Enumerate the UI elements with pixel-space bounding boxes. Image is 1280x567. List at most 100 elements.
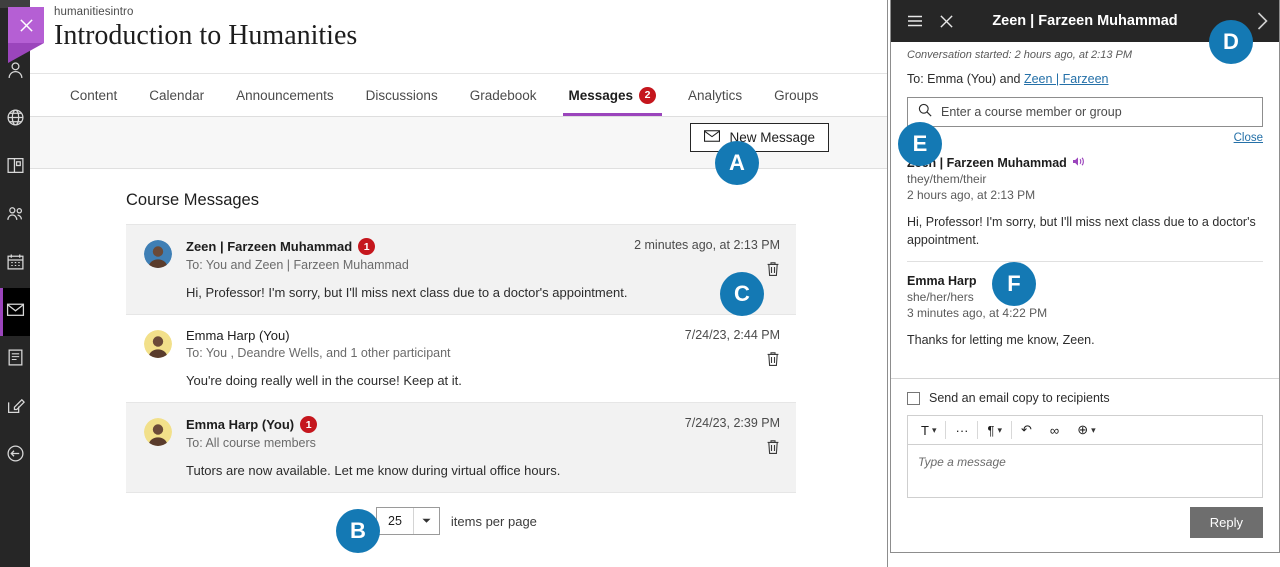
- tab-analytics[interactable]: Analytics: [672, 74, 758, 116]
- message-input[interactable]: Type a message: [908, 445, 1262, 497]
- person-icon: [6, 60, 25, 84]
- chevron-down-icon: ▾: [931, 424, 937, 435]
- message-recipients: To: You and Zeen | Farzeen Muhammad: [186, 258, 409, 272]
- tab-label: Messages: [568, 87, 634, 103]
- callout-badge-c: C: [720, 272, 764, 316]
- tab-label: Content: [70, 87, 118, 103]
- editor-toolbar: T ▾ ··· ¶ ▾ ↶ ∞ ⊕ ▾: [908, 416, 1262, 445]
- message-sender-row: Emma Harp (You): [186, 328, 630, 343]
- tab-announcements[interactable]: Announcements: [220, 74, 350, 116]
- callout-badge-f: F: [992, 262, 1036, 306]
- message-list-item[interactable]: Zeen | Farzeen Muhammad 1 To: You and Zeen…: [126, 225, 796, 315]
- tab-label: Calendar: [149, 87, 205, 103]
- left-nav-rail: [0, 0, 44, 567]
- tab-discussions[interactable]: Discussions: [350, 74, 454, 116]
- more-options-icon[interactable]: ···: [945, 421, 977, 439]
- thread-message: Emma Harp she/her/hers 3 minutes ago, at 4…: [907, 261, 1263, 361]
- chevron-down-icon: [412, 508, 439, 534]
- conversation-to-line: To: Emma (You) and Zeen | Farzeen: [907, 72, 1263, 86]
- tab-groups[interactable]: Groups: [758, 74, 834, 116]
- people-icon: [6, 204, 25, 228]
- conversation-panel: Zeen | Farzeen Muhammad Conversation sta…: [890, 0, 1280, 553]
- breadcrumb: humanitiesintro: [54, 6, 134, 18]
- thread-sender-row: Emma Harp: [907, 274, 1263, 288]
- reply-actions: Reply: [907, 507, 1263, 538]
- thread-sender-row: Zeen | Farzeen Muhammad: [907, 156, 1263, 170]
- hamburger-icon[interactable]: [899, 15, 931, 27]
- email-copy-label: Send an email copy to recipients: [929, 391, 1110, 405]
- rail-item-institution-page[interactable]: [0, 96, 30, 144]
- add-content-icon[interactable]: ⊕ ▾: [1068, 421, 1104, 439]
- search-icon: [918, 103, 932, 122]
- course-tabbar: Content Calendar Announcements Discussions G…: [30, 74, 887, 117]
- unread-badge: 1: [300, 416, 318, 433]
- email-copy-checkbox[interactable]: [907, 391, 920, 405]
- reply-composer: Send an email copy to recipients T ▾ ··· ¶ ▾…: [891, 378, 1279, 552]
- rail-item-calendar[interactable]: [0, 240, 30, 288]
- message-list: Zeen | Farzeen Muhammad 1 To: You and Zeen…: [126, 224, 796, 493]
- tab-calendar[interactable]: Calendar: [133, 74, 220, 116]
- globe-icon: [6, 108, 25, 132]
- close-recipients-link[interactable]: Close: [907, 132, 1263, 144]
- recipient-search-field[interactable]: Enter a course member or group: [907, 97, 1263, 127]
- thread-timestamp: 2 hours ago, at 2:13 PM: [907, 188, 1036, 202]
- sign-out-icon: [6, 444, 25, 468]
- app-root: humanitiesintro Introduction to Humaniti…: [0, 0, 1280, 567]
- calendar-icon: [6, 252, 25, 276]
- link-icon[interactable]: ∞: [1041, 421, 1068, 439]
- thread-pronouns: they/them/their: [907, 172, 987, 186]
- callout-badge-d: D: [1209, 20, 1253, 64]
- rail-item-messages[interactable]: [0, 288, 30, 336]
- message-sender-row: Zeen | Farzeen Muhammad 1: [186, 238, 630, 255]
- envelope-icon: [6, 300, 25, 324]
- delete-message-icon[interactable]: [766, 351, 780, 372]
- reply-button[interactable]: Reply: [1189, 507, 1263, 538]
- message-preview: Hi, Professor! I'm sorry, but I'll miss …: [186, 285, 628, 300]
- tab-messages[interactable]: Messages 2: [553, 74, 673, 116]
- email-copy-row[interactable]: Send an email copy to recipients: [907, 391, 1263, 405]
- message-list-item[interactable]: Emma Harp (You) To: You , Deandre Wells, …: [126, 315, 796, 403]
- envelope-icon: [704, 130, 721, 145]
- avatar: [144, 240, 172, 268]
- avatar: [144, 418, 172, 446]
- recipient-search-placeholder: Enter a course member or group: [941, 105, 1122, 119]
- tab-gradebook[interactable]: Gradebook: [454, 74, 553, 116]
- page-title: Introduction to Humanities: [54, 20, 358, 51]
- tool-glyph: ¶: [987, 422, 995, 438]
- callout-badge-e: E: [898, 122, 942, 166]
- delete-message-icon[interactable]: [766, 439, 780, 460]
- speaker-icon[interactable]: [1072, 156, 1086, 170]
- rail-item-courses[interactable]: [0, 144, 30, 192]
- message-preview: Tutors are now available. Let me know du…: [186, 463, 561, 478]
- rail-item-list: [0, 48, 30, 480]
- pencil-square-icon: [6, 396, 25, 420]
- rich-text-editor: T ▾ ··· ¶ ▾ ↶ ∞ ⊕ ▾ Type a message: [907, 415, 1263, 498]
- new-message-button[interactable]: New Message: [690, 123, 829, 152]
- paragraph-icon[interactable]: ¶ ▾: [977, 421, 1011, 439]
- chevron-down-icon: ▾: [997, 424, 1002, 435]
- rail-item-grades[interactable]: [0, 336, 30, 384]
- rail-item-sign-out[interactable]: [0, 432, 30, 480]
- message-thread: Zeen | Farzeen Muhammad they/them/their 2 …: [891, 144, 1279, 361]
- thread-pronouns: she/her/hers: [907, 290, 974, 305]
- rail-item-tools[interactable]: [0, 384, 30, 432]
- thread-sender: Emma Harp: [907, 274, 977, 289]
- undo-icon[interactable]: ↶: [1011, 421, 1041, 439]
- chevron-down-icon: ▾: [1091, 424, 1096, 435]
- text-format-icon[interactable]: T ▾: [912, 421, 945, 439]
- recipient-link[interactable]: Zeen | Farzeen: [1024, 72, 1109, 86]
- delete-message-icon[interactable]: [766, 261, 780, 282]
- chevron-right-icon[interactable]: [1256, 12, 1269, 30]
- tab-content[interactable]: Content: [54, 74, 133, 116]
- close-course-icon[interactable]: [8, 7, 44, 63]
- tab-badge: 2: [639, 86, 657, 104]
- tab-label: Gradebook: [469, 87, 537, 103]
- message-sender-row: Emma Harp (You) 1: [186, 416, 630, 433]
- rail-item-organizations[interactable]: [0, 192, 30, 240]
- message-timestamp: 2 minutes ago, at 2:13 PM: [634, 238, 780, 252]
- close-conversation-icon[interactable]: [931, 14, 962, 29]
- tool-glyph: ⊕: [1077, 422, 1089, 437]
- items-per-page-select[interactable]: 25: [376, 507, 440, 535]
- message-list-item[interactable]: Emma Harp (You) 1 To: All course members Tu…: [126, 403, 796, 493]
- tool-glyph: ···: [955, 422, 969, 438]
